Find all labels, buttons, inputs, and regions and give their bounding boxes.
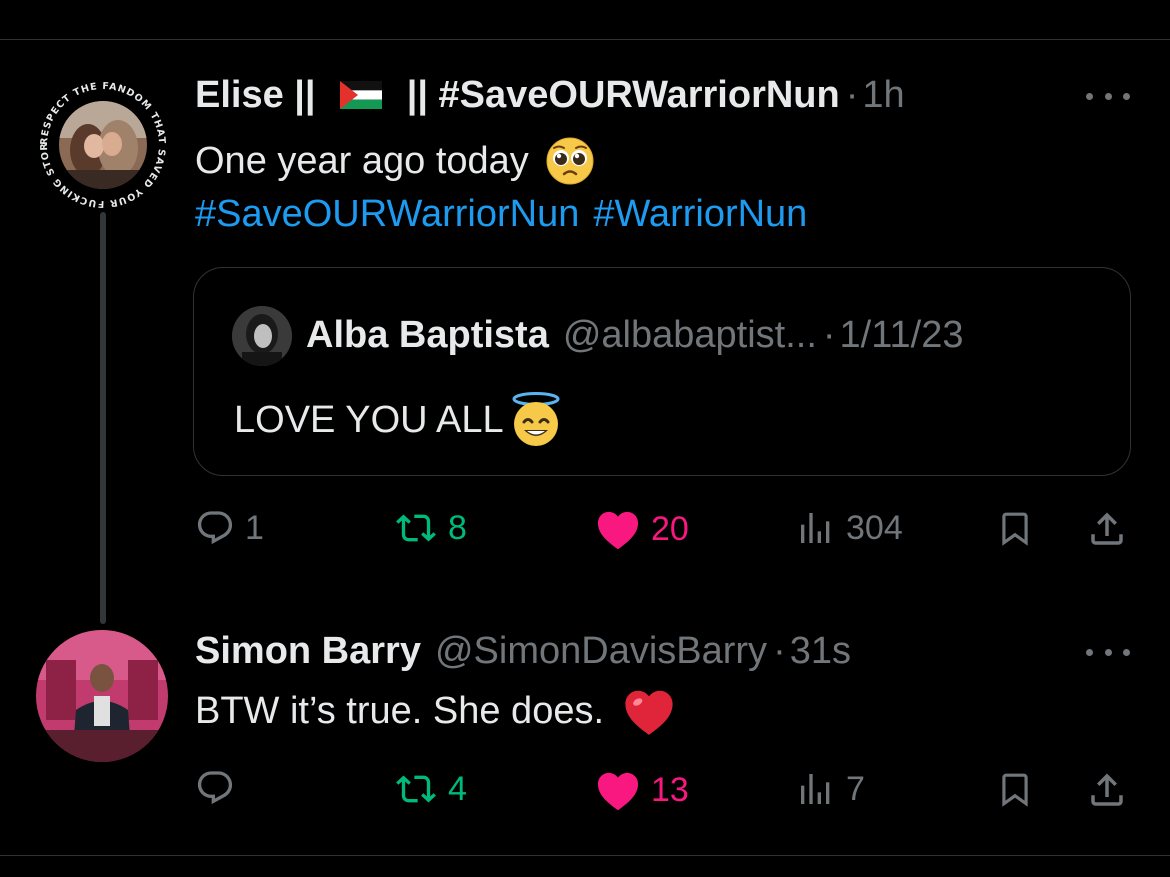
tweet1-text-line: One year ago today bbox=[195, 136, 595, 186]
tweet1-text: One year ago today bbox=[195, 139, 529, 182]
quote-display-name[interactable]: Alba Baptista bbox=[306, 314, 549, 357]
palestine-flag-icon bbox=[340, 81, 383, 109]
quote-date[interactable]: 1/11/23 bbox=[840, 314, 964, 357]
hashtag-link[interactable]: #WarriorNun bbox=[593, 193, 807, 235]
bookmark-icon bbox=[1002, 512, 1028, 546]
tweet2-bookmark-button[interactable] bbox=[996, 769, 1034, 813]
dot-icon bbox=[1086, 648, 1093, 656]
views-icon bbox=[801, 513, 830, 543]
avatar-simon[interactable] bbox=[36, 630, 168, 762]
heart-filled-icon bbox=[597, 511, 639, 550]
tweet1-header: Elise || || #SaveOURWarriorNun · 1h bbox=[195, 74, 905, 117]
bottom-divider bbox=[0, 855, 1170, 856]
separator-dot: · bbox=[845, 74, 859, 116]
tweet2-header: Simon Barry @SimonDavisBarry · 31s bbox=[195, 630, 851, 673]
hashtag-link[interactable]: #SaveOURWarriorNun bbox=[195, 193, 579, 235]
thread-line bbox=[100, 212, 106, 624]
tweet2-like-button[interactable]: 13 bbox=[595, 769, 689, 811]
avatar-alba[interactable] bbox=[232, 306, 292, 366]
tweet2-text-line: BTW it’s true. She does. bbox=[195, 686, 676, 736]
tweet1-time[interactable]: 1h bbox=[862, 74, 904, 117]
red-heart-icon bbox=[625, 690, 673, 735]
retweet-icon bbox=[396, 514, 436, 542]
retweet-count: 8 bbox=[448, 508, 467, 547]
separator-dot: · bbox=[773, 630, 786, 672]
quote-header: Alba Baptista @albabaptist... · 1/11/23 bbox=[306, 314, 964, 357]
retweet-count: 4 bbox=[448, 769, 467, 808]
dot-icon bbox=[1123, 648, 1130, 656]
tweet2-display-name[interactable]: Simon Barry bbox=[195, 630, 421, 673]
views-count: 304 bbox=[846, 508, 903, 547]
like-count: 13 bbox=[651, 770, 689, 809]
tweet2-retweet-button[interactable]: 4 bbox=[394, 769, 467, 809]
dot-icon bbox=[1123, 92, 1130, 100]
tweet1-retweet-button[interactable]: 8 bbox=[394, 508, 467, 548]
quote-handle[interactable]: @albabaptist... bbox=[563, 314, 817, 357]
tweet2-reply-button[interactable] bbox=[195, 768, 245, 808]
dot-icon bbox=[1086, 92, 1093, 100]
tweet2-handle[interactable]: @SimonDavisBarry bbox=[435, 630, 767, 673]
tweet1-views-button[interactable]: 304 bbox=[796, 508, 903, 548]
tweet1-more-button[interactable] bbox=[1086, 86, 1130, 106]
reply-icon bbox=[197, 771, 233, 805]
reply-count: 1 bbox=[245, 508, 264, 547]
heart-filled-icon bbox=[597, 772, 639, 811]
avatar-image bbox=[36, 630, 168, 762]
top-divider bbox=[0, 39, 1170, 40]
tweet2-text: BTW it’s true. She does. bbox=[195, 689, 605, 732]
avatar-ring-logo: RESPECT THE FANDOM THAT SAVED YOUR FUCKI… bbox=[36, 78, 169, 211]
separator-dot: · bbox=[822, 314, 836, 356]
share-icon bbox=[1091, 773, 1123, 806]
tweet1-like-button[interactable]: 20 bbox=[595, 508, 689, 550]
tweet2-time[interactable]: 31s bbox=[790, 630, 851, 673]
dot-icon bbox=[1104, 648, 1112, 656]
bookmark-icon bbox=[1002, 773, 1028, 807]
views-icon bbox=[801, 774, 830, 804]
views-count: 7 bbox=[846, 769, 865, 808]
like-count: 20 bbox=[651, 509, 689, 548]
quoted-tweet-card[interactable]: Alba Baptista @albabaptist... · 1/11/23 … bbox=[193, 267, 1131, 476]
tweet1-share-button[interactable] bbox=[1086, 508, 1128, 550]
tweet1-hashtags: #SaveOURWarriorNun #WarriorNun bbox=[195, 193, 821, 236]
tweet1-display-name[interactable]: Elise || || #SaveOURWarriorNun bbox=[195, 74, 840, 117]
pleading-face-icon bbox=[546, 137, 594, 185]
share-icon bbox=[1091, 512, 1123, 545]
avatar-elise[interactable]: RESPECT THE FANDOM THAT SAVED YOUR FUCKI… bbox=[36, 78, 170, 212]
retweet-icon bbox=[396, 775, 436, 803]
tweet1-reply-button[interactable]: 1 bbox=[195, 508, 264, 548]
tweet1-bookmark-button[interactable] bbox=[996, 508, 1034, 552]
avatar-image bbox=[232, 306, 292, 366]
dot-icon bbox=[1104, 92, 1112, 100]
reply-icon bbox=[197, 511, 233, 545]
smiling-face-with-halo-icon bbox=[512, 392, 560, 446]
tweet2-more-button[interactable] bbox=[1086, 642, 1130, 662]
tweet2-views-button[interactable]: 7 bbox=[796, 769, 865, 809]
quote-text-line: LOVE YOU ALL bbox=[234, 392, 562, 448]
tweet2-share-button[interactable] bbox=[1086, 769, 1128, 811]
quote-text: LOVE YOU ALL bbox=[234, 398, 504, 441]
